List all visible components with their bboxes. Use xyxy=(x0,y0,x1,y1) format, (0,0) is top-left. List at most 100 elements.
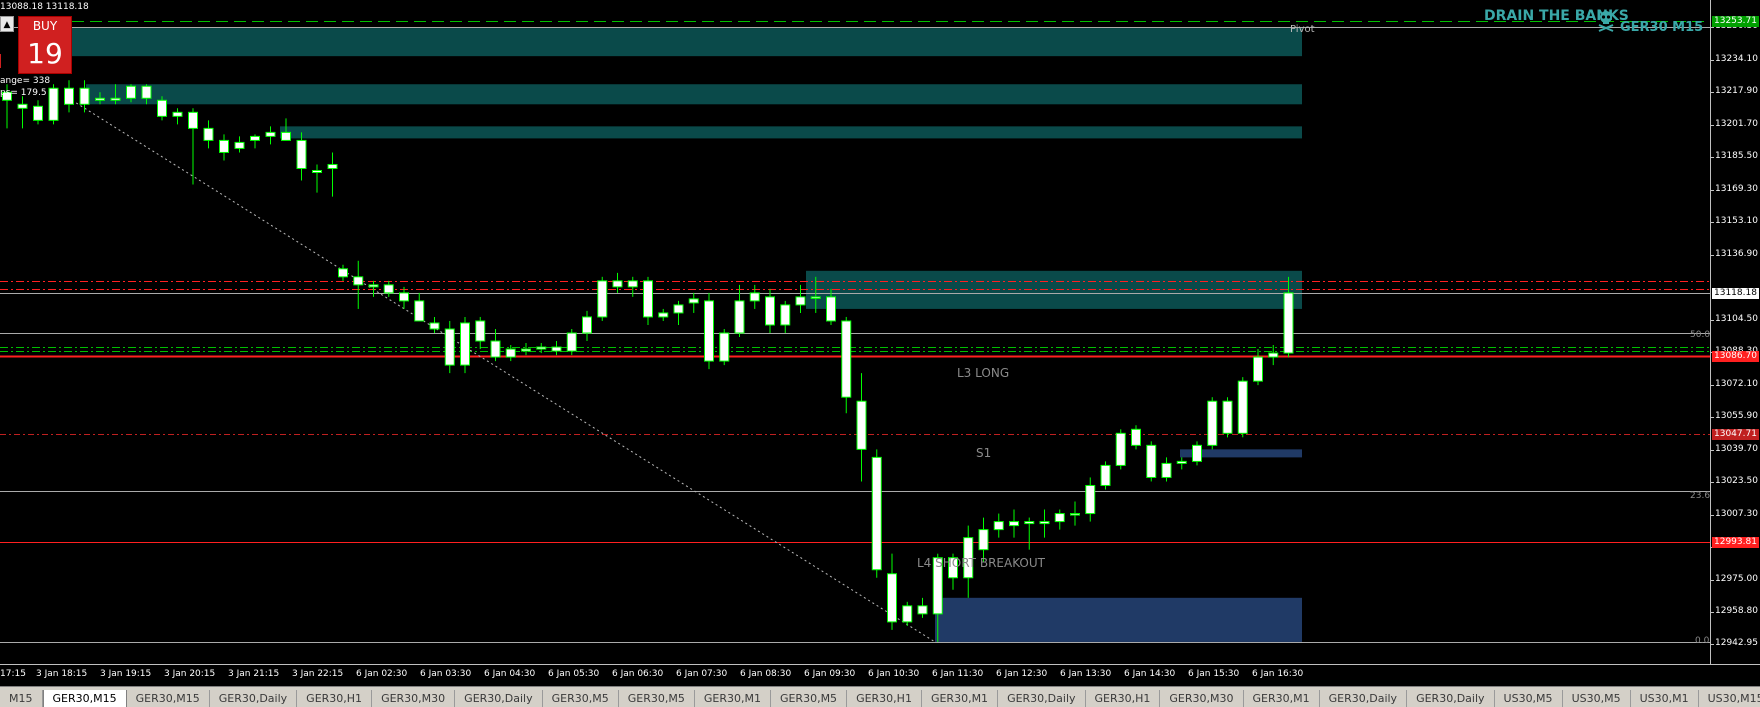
candle xyxy=(719,328,730,366)
chart-tab[interactable]: GER30,M1 xyxy=(1244,690,1320,707)
candle xyxy=(157,96,167,121)
bear-candle-body xyxy=(353,276,364,286)
pips-readout: ps= 179.5 xyxy=(0,88,47,98)
time-tick-label: 6 Jan 07:30 xyxy=(676,669,728,679)
pivot-label: Pivot xyxy=(1290,24,1315,35)
candle xyxy=(673,300,684,325)
candle xyxy=(765,288,775,333)
bull-candle-body xyxy=(172,111,183,117)
candle xyxy=(172,108,183,125)
bull-candle-body xyxy=(1176,460,1187,464)
chart-tab[interactable]: US30,M5 xyxy=(1563,690,1631,707)
s1-label: S1 xyxy=(976,446,992,460)
time-tick-label: 6 Jan 02:30 xyxy=(356,669,408,679)
price-axis[interactable]: 13250.3013234.1013217.9013201.7013185.50… xyxy=(1710,0,1760,664)
price-tick-label: 12958.80 xyxy=(1710,606,1758,617)
candle xyxy=(219,134,229,161)
chart-tab[interactable]: GER30,H1 xyxy=(1086,690,1161,707)
price-marker-label: 13253.71 xyxy=(1712,15,1759,27)
candle xyxy=(643,276,653,325)
bull-candle-body xyxy=(566,332,577,352)
time-tick-label: 6 Jan 04:30 xyxy=(484,669,536,679)
chart-tab[interactable]: GER30,Daily xyxy=(998,690,1086,707)
bull-candle-body xyxy=(368,284,379,288)
price-tick-label: 13023.50 xyxy=(1710,476,1758,487)
candle xyxy=(1009,509,1019,538)
chart-tab[interactable]: GER30,Daily xyxy=(210,690,298,707)
bear-candle-body xyxy=(33,105,43,121)
bull-candle-body xyxy=(1070,513,1080,516)
bull-candle-body xyxy=(1268,352,1279,358)
chart-tab[interactable]: GER30,Daily xyxy=(1320,690,1408,707)
supply-zone xyxy=(86,84,1302,105)
candle xyxy=(296,132,307,181)
chart-tab[interactable]: GER30,H1 xyxy=(297,690,373,707)
candle xyxy=(704,292,714,370)
time-tick-label: 6 Jan 16:30 xyxy=(1252,669,1304,679)
time-tick-label: 6 Jan 12:30 xyxy=(996,669,1048,679)
chart-tab[interactable]: GER30,M5 xyxy=(619,690,695,707)
bull-candle-body xyxy=(1100,464,1111,486)
chart-tab-bar: M15 GER30,M15 GER30,M15 GER30,Daily GER30,H1… xyxy=(0,686,1760,707)
chart-tab[interactable]: GER30,M1 xyxy=(695,690,771,707)
bear-candle-body xyxy=(1024,521,1035,525)
chart-tab[interactable]: M15 xyxy=(0,690,43,707)
chart-tab[interactable]: GER30,H1 xyxy=(847,690,922,707)
bull-candle-body xyxy=(582,316,592,334)
bear-candle-body xyxy=(887,573,897,623)
price-chart[interactable] xyxy=(0,0,1710,664)
chart-area[interactable]: 13088.18 13118.18 ▲ BUY 19 19 ange= 338 … xyxy=(0,0,1710,664)
chart-tab[interactable]: GER30,Daily xyxy=(455,690,543,707)
bull-candle-body xyxy=(521,348,531,352)
bull-candle-body xyxy=(902,605,913,623)
candle xyxy=(902,601,913,626)
chart-tab[interactable]: GER30,Daily xyxy=(1407,690,1495,707)
chart-tab[interactable]: US30,M5 xyxy=(1495,690,1563,707)
chart-tab[interactable]: GER30,M15 xyxy=(42,690,127,707)
bear-candle-body xyxy=(141,85,152,99)
chart-tab[interactable]: GER30,M15 xyxy=(127,690,210,707)
chart-tab[interactable]: GER30,M30 xyxy=(1160,690,1244,707)
price-tick-label: 13072.10 xyxy=(1710,378,1758,389)
chart-tab[interactable]: US30,M1 xyxy=(1631,690,1699,707)
bear-candle-body xyxy=(64,87,74,105)
chart-tab[interactable]: GER30,M1 xyxy=(922,690,999,707)
bull-candle-body xyxy=(1253,356,1263,382)
candle xyxy=(1207,397,1218,450)
bear-candle-body xyxy=(219,139,229,153)
candle xyxy=(203,120,214,149)
time-axis[interactable]: 17:15 3 Jan 18:15 3 Jan 19:15 3 Jan 20:15 3 … xyxy=(0,664,1760,687)
candle xyxy=(265,126,276,145)
bear-candle-body xyxy=(765,296,775,326)
price-tick-label: 13055.90 xyxy=(1710,411,1758,422)
trend-line xyxy=(71,99,936,643)
buy-button[interactable]: BUY 19 xyxy=(18,16,72,74)
bear-candle-body xyxy=(551,346,562,352)
triangle-up-icon[interactable]: ▲ xyxy=(0,16,14,32)
bear-candle-body xyxy=(281,131,291,141)
bull-candle-body xyxy=(95,97,105,101)
bear-candle-body xyxy=(1146,444,1157,478)
chart-tab[interactable]: GER30,M5 xyxy=(771,690,848,707)
chart-tab[interactable]: GER30,M5 xyxy=(543,690,619,707)
candle xyxy=(429,316,440,333)
bear-candle-body xyxy=(17,103,28,109)
fib-0-label: 0.0 xyxy=(1695,636,1710,646)
demand-zone xyxy=(935,597,1302,642)
candle xyxy=(399,286,409,309)
candle xyxy=(444,320,455,374)
candle xyxy=(1054,509,1065,530)
chart-tab[interactable]: GER30,M30 xyxy=(372,690,456,707)
bull-candle-body xyxy=(749,292,760,302)
bull-candle-body xyxy=(48,87,59,121)
bull-candle-body xyxy=(1237,380,1248,434)
bear-candle-body xyxy=(414,300,425,322)
bull-candle-body xyxy=(734,300,745,334)
candle xyxy=(368,280,379,297)
chart-tab[interactable]: US30,M15 xyxy=(1699,690,1760,707)
bull-candle-body xyxy=(1283,292,1294,354)
time-tick-label: 6 Jan 06:30 xyxy=(612,669,664,679)
time-tick-label: 3 Jan 22:15 xyxy=(292,669,344,679)
candle xyxy=(1115,429,1126,470)
price-tick-label: 13234.10 xyxy=(1710,53,1758,64)
